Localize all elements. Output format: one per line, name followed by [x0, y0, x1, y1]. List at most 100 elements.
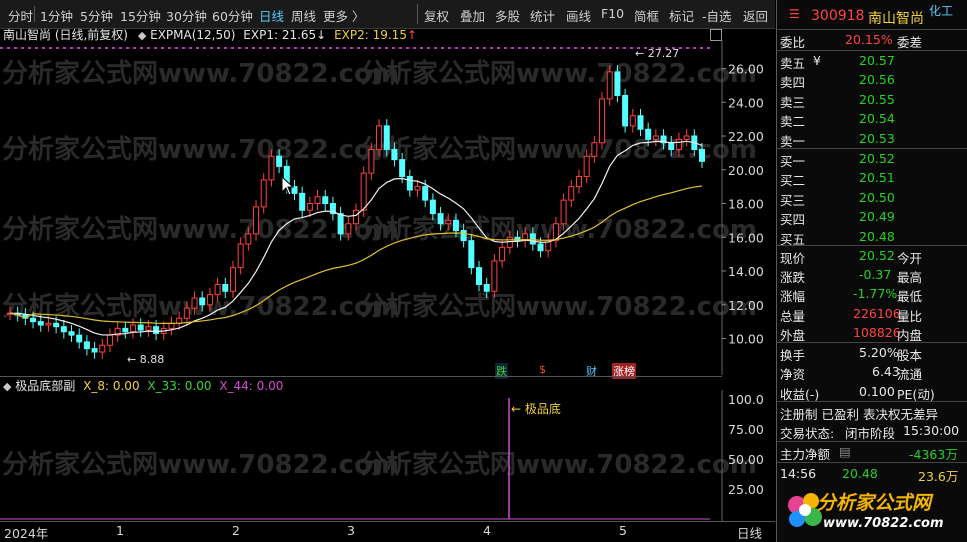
x-axis-label: 2	[232, 523, 240, 538]
bid-row-2: 买二 20.51	[777, 169, 967, 188]
candle-body	[37, 321, 44, 326]
trade-status-row: 交易状态: 闭市阶段 15:30:00	[777, 422, 967, 441]
x-axis-label: 4	[483, 523, 491, 538]
candle-body	[130, 324, 137, 333]
sub-y-tick: 50.00	[728, 452, 764, 467]
bid-row-5: 买五 20.48	[777, 228, 967, 247]
candle-body	[460, 230, 467, 242]
candle-body	[529, 233, 536, 245]
stat-right-label: 内盘	[897, 327, 923, 343]
event-marker-dollar[interactable]: $	[538, 363, 547, 376]
trade-status-time: 15:30:00	[903, 423, 960, 438]
stat2-right-label: 股本	[897, 348, 923, 363]
weicha-label: 委差	[897, 35, 923, 50]
logo-text: 分析家公式网	[817, 492, 932, 514]
price-tick: 20.00	[728, 163, 764, 178]
exp1-line	[9, 140, 703, 336]
candles-group	[7, 65, 705, 359]
candle-body	[499, 246, 506, 262]
candle-body	[68, 331, 75, 336]
stat-label: 总量	[780, 308, 806, 324]
candle-body	[668, 142, 675, 150]
stat-value: 108826	[853, 324, 901, 340]
candle-body	[99, 344, 106, 353]
candle-body	[637, 115, 644, 130]
candle-body	[153, 326, 160, 334]
tick-price: 20.48	[842, 466, 878, 481]
x-axis-line	[0, 521, 775, 522]
candle-body	[599, 98, 606, 144]
candle-body	[591, 142, 598, 157]
candle-body	[337, 213, 344, 235]
candle-body	[268, 155, 275, 181]
candle-body	[137, 324, 144, 331]
x-axis-label: 3	[347, 523, 355, 538]
stat-right-label: 最低	[897, 289, 923, 305]
candle-body	[229, 267, 236, 292]
stat-right-label: 最高	[897, 270, 923, 286]
candle-body	[345, 223, 352, 235]
candle-body	[560, 199, 567, 225]
candle-body	[652, 135, 659, 140]
candle-body	[476, 267, 483, 285]
weibi-value: 20.15%	[845, 32, 893, 47]
net-detail-icon[interactable]: ▤	[839, 444, 851, 459]
stat-label: 外盘	[780, 327, 806, 343]
stock-code: 300918	[811, 8, 865, 24]
ask-price: 20.55	[859, 91, 895, 107]
candle-body	[399, 159, 406, 177]
stat2-value: 5.20%	[859, 345, 899, 360]
candle-body	[306, 203, 313, 211]
industry-tag[interactable]: 化工	[929, 2, 953, 19]
trade-status-label: 交易状态:	[780, 426, 835, 441]
candle-body	[83, 341, 90, 350]
x-axis-label: 5	[619, 523, 627, 538]
candle-body	[314, 196, 321, 204]
candle-body	[452, 219, 459, 231]
trade-status: 闭市阶段	[845, 426, 896, 441]
candle-body	[368, 149, 375, 174]
candle-body	[614, 71, 621, 96]
candle-body	[353, 209, 359, 225]
candle-body	[214, 284, 221, 296]
bid-price: 20.48	[859, 228, 895, 244]
ask-label: 卖四	[780, 75, 806, 91]
bid-price: 20.51	[859, 170, 895, 186]
tick-row: 14:56 20.48 23.6万	[777, 465, 967, 484]
candle-body	[322, 196, 329, 204]
bid-price: 20.49	[859, 209, 895, 225]
stat-row: 总量 226106 量比	[777, 305, 967, 324]
candle-body	[360, 172, 367, 211]
high-marker: ← 27.27	[635, 47, 679, 60]
candle-body	[622, 95, 629, 127]
tick-time: 14:56	[780, 466, 817, 481]
ask-label: 卖三	[780, 94, 806, 110]
candle-body	[376, 125, 383, 150]
sub-indicator-chart[interactable]: ← 极品底 100.0 75.00 50.00 25.00	[0, 390, 775, 522]
mouse-cursor-icon	[281, 176, 295, 196]
x-axis-period: 日线	[737, 526, 763, 541]
ask-row-3: 卖三 20.55	[777, 91, 967, 110]
candle-body	[445, 219, 452, 225]
candle-body	[406, 176, 413, 191]
price-tick: 10.00	[728, 332, 764, 347]
stat-row: 涨幅 -1.77% 最低	[777, 285, 967, 304]
stat-row: 现价 20.52 今开	[777, 247, 967, 266]
main-net-row: 主力净额 ▤ -4363万	[777, 443, 967, 462]
price-tick: 18.00	[728, 197, 764, 212]
stat-label: 涨幅	[780, 289, 806, 305]
ask-row-2: 卖二 20.54	[777, 110, 967, 129]
bid-label: 买三	[780, 192, 806, 208]
main-net-value: -4363万	[909, 447, 958, 462]
candlestick-chart[interactable]: 26.00 24.00 22.00 20.00 18.00 16.00 14.00 12.00…	[0, 40, 775, 375]
candle-body	[253, 206, 260, 235]
candle-body	[91, 348, 98, 353]
candle-body	[30, 317, 37, 323]
candle-body	[45, 322, 52, 326]
ask-label: 卖五	[780, 56, 806, 71]
ask-label: 卖二	[780, 114, 806, 130]
stat2-value: 6.43	[872, 364, 900, 380]
x-axis-label: 2024年	[4, 526, 49, 541]
stock-menu-icon[interactable]: ☰	[789, 7, 800, 21]
sub-y-tick: 100.0	[728, 392, 764, 407]
